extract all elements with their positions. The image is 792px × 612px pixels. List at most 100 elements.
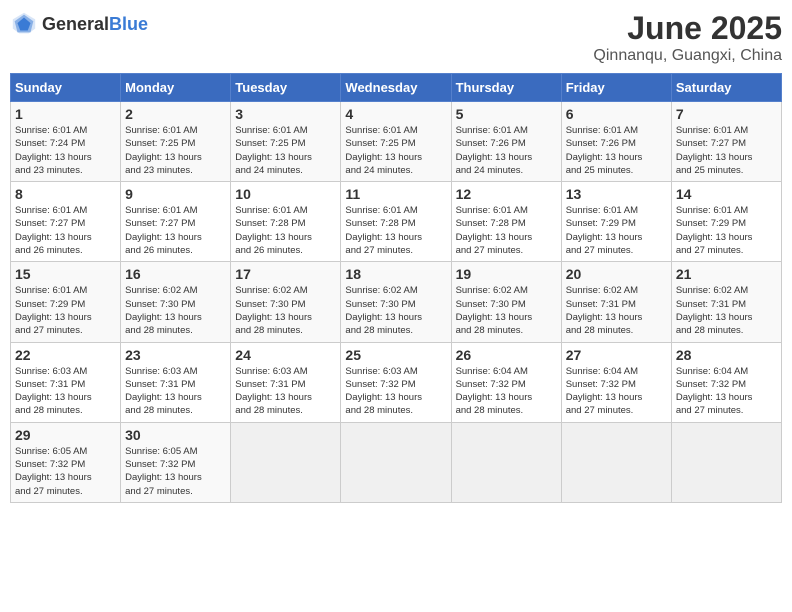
day-number: 22 — [15, 347, 116, 363]
col-friday: Friday — [561, 74, 671, 102]
calendar-cell: 12 Sunrise: 6:01 AM Sunset: 7:28 PM Dayli… — [451, 182, 561, 262]
subtitle: Qinnanqu, Guangxi, China — [593, 47, 782, 65]
day-info: Sunrise: 6:01 AM Sunset: 7:28 PM Dayligh… — [345, 204, 446, 257]
day-number: 13 — [566, 186, 667, 202]
day-number: 15 — [15, 266, 116, 282]
day-number: 7 — [676, 106, 777, 122]
day-info: Sunrise: 6:05 AM Sunset: 7:32 PM Dayligh… — [125, 445, 226, 498]
calendar-cell: 15 Sunrise: 6:01 AM Sunset: 7:29 PM Dayli… — [11, 262, 121, 342]
day-number: 1 — [15, 106, 116, 122]
calendar-cell: 6Sunrise: 6:01 AM Sunset: 7:26 PM Daylig… — [561, 102, 671, 182]
logo: GeneralBlue — [10, 10, 148, 38]
title-area: June 2025 Qinnanqu, Guangxi, China — [593, 10, 782, 65]
col-wednesday: Wednesday — [341, 74, 451, 102]
day-info: Sunrise: 6:01 AM Sunset: 7:25 PM Dayligh… — [125, 124, 226, 177]
calendar-cell — [451, 422, 561, 502]
calendar-cell: 21 Sunrise: 6:02 AM Sunset: 7:31 PM Dayli… — [671, 262, 781, 342]
day-info: Sunrise: 6:02 AM Sunset: 7:30 PM Dayligh… — [125, 284, 226, 337]
day-number: 25 — [345, 347, 446, 363]
day-number: 17 — [235, 266, 336, 282]
day-number: 14 — [676, 186, 777, 202]
calendar-cell: 10Sunrise: 6:01 AM Sunset: 7:28 PM Dayli… — [231, 182, 341, 262]
day-number: 29 — [15, 427, 116, 443]
day-number: 28 — [676, 347, 777, 363]
day-number: 24 — [235, 347, 336, 363]
day-info: Sunrise: 6:01 AM Sunset: 7:28 PM Dayligh… — [456, 204, 557, 257]
logo-icon — [10, 10, 38, 38]
calendar-row: 15 Sunrise: 6:01 AM Sunset: 7:29 PM Dayli… — [11, 262, 782, 342]
day-number: 21 — [676, 266, 777, 282]
calendar-cell: 11 Sunrise: 6:01 AM Sunset: 7:28 PM Dayli… — [341, 182, 451, 262]
header: GeneralBlue June 2025 Qinnanqu, Guangxi,… — [10, 10, 782, 65]
calendar-cell: 4Sunrise: 6:01 AM Sunset: 7:25 PM Daylig… — [341, 102, 451, 182]
calendar-header-row: Sunday Monday Tuesday Wednesday Thursday… — [11, 74, 782, 102]
col-monday: Monday — [121, 74, 231, 102]
day-info: Sunrise: 6:03 AM Sunset: 7:31 PM Dayligh… — [125, 365, 226, 418]
day-info: Sunrise: 6:02 AM Sunset: 7:30 PM Dayligh… — [456, 284, 557, 337]
day-number: 26 — [456, 347, 557, 363]
col-sunday: Sunday — [11, 74, 121, 102]
calendar-cell: 2 Sunrise: 6:01 AM Sunset: 7:25 PM Daylig… — [121, 102, 231, 182]
logo-text: GeneralBlue — [42, 14, 148, 35]
day-info: Sunrise: 6:01 AM Sunset: 7:24 PM Dayligh… — [15, 124, 116, 177]
day-number: 30 — [125, 427, 226, 443]
day-info: Sunrise: 6:02 AM Sunset: 7:31 PM Dayligh… — [566, 284, 667, 337]
calendar-cell: 1 Sunrise: 6:01 AM Sunset: 7:24 PM Daylig… — [11, 102, 121, 182]
calendar-cell: 14 Sunrise: 6:01 AM Sunset: 7:29 PM Dayli… — [671, 182, 781, 262]
day-info: Sunrise: 6:01 AM Sunset: 7:29 PM Dayligh… — [566, 204, 667, 257]
calendar-table: Sunday Monday Tuesday Wednesday Thursday… — [10, 73, 782, 503]
day-info: Sunrise: 6:04 AM Sunset: 7:32 PM Dayligh… — [456, 365, 557, 418]
col-tuesday: Tuesday — [231, 74, 341, 102]
calendar-cell — [671, 422, 781, 502]
calendar-cell: 3Sunrise: 6:01 AM Sunset: 7:25 PM Daylig… — [231, 102, 341, 182]
day-info: Sunrise: 6:02 AM Sunset: 7:30 PM Dayligh… — [345, 284, 446, 337]
calendar-cell: 17 Sunrise: 6:02 AM Sunset: 7:30 PM Dayli… — [231, 262, 341, 342]
day-info: Sunrise: 6:05 AM Sunset: 7:32 PM Dayligh… — [15, 445, 116, 498]
day-number: 12 — [456, 186, 557, 202]
calendar-cell: 25 Sunrise: 6:03 AM Sunset: 7:32 PM Dayli… — [341, 342, 451, 422]
day-info: Sunrise: 6:04 AM Sunset: 7:32 PM Dayligh… — [676, 365, 777, 418]
day-info: Sunrise: 6:02 AM Sunset: 7:30 PM Dayligh… — [235, 284, 336, 337]
main-title: June 2025 — [593, 10, 782, 47]
day-info: Sunrise: 6:03 AM Sunset: 7:32 PM Dayligh… — [345, 365, 446, 418]
day-info: Sunrise: 6:01 AM Sunset: 7:25 PM Dayligh… — [345, 124, 446, 177]
day-number: 8 — [15, 186, 116, 202]
day-number: 27 — [566, 347, 667, 363]
day-number: 2 — [125, 106, 226, 122]
calendar-cell: 23Sunrise: 6:03 AM Sunset: 7:31 PM Dayli… — [121, 342, 231, 422]
day-info: Sunrise: 6:02 AM Sunset: 7:31 PM Dayligh… — [676, 284, 777, 337]
calendar-cell: 19 Sunrise: 6:02 AM Sunset: 7:30 PM Dayli… — [451, 262, 561, 342]
day-info: Sunrise: 6:01 AM Sunset: 7:28 PM Dayligh… — [235, 204, 336, 257]
day-info: Sunrise: 6:01 AM Sunset: 7:26 PM Dayligh… — [456, 124, 557, 177]
day-number: 16 — [125, 266, 226, 282]
calendar-cell: 30 Sunrise: 6:05 AM Sunset: 7:32 PM Dayli… — [121, 422, 231, 502]
day-number: 19 — [456, 266, 557, 282]
calendar-cell: 29 Sunrise: 6:05 AM Sunset: 7:32 PM Dayli… — [11, 422, 121, 502]
day-number: 5 — [456, 106, 557, 122]
day-number: 11 — [345, 186, 446, 202]
day-info: Sunrise: 6:01 AM Sunset: 7:29 PM Dayligh… — [15, 284, 116, 337]
day-number: 6 — [566, 106, 667, 122]
calendar-row: 22 Sunrise: 6:03 AM Sunset: 7:31 PM Dayli… — [11, 342, 782, 422]
day-number: 3 — [235, 106, 336, 122]
calendar-row: 8 Sunrise: 6:01 AM Sunset: 7:27 PM Daylig… — [11, 182, 782, 262]
calendar-cell: 13 Sunrise: 6:01 AM Sunset: 7:29 PM Dayli… — [561, 182, 671, 262]
calendar-cell: 9 Sunrise: 6:01 AM Sunset: 7:27 PM Daylig… — [121, 182, 231, 262]
calendar-cell: 7 Sunrise: 6:01 AM Sunset: 7:27 PM Daylig… — [671, 102, 781, 182]
day-number: 9 — [125, 186, 226, 202]
calendar-cell — [341, 422, 451, 502]
calendar-cell — [561, 422, 671, 502]
calendar-cell: 28 Sunrise: 6:04 AM Sunset: 7:32 PM Dayli… — [671, 342, 781, 422]
day-info: Sunrise: 6:01 AM Sunset: 7:27 PM Dayligh… — [676, 124, 777, 177]
day-info: Sunrise: 6:01 AM Sunset: 7:29 PM Dayligh… — [676, 204, 777, 257]
calendar-cell: 18 Sunrise: 6:02 AM Sunset: 7:30 PM Dayli… — [341, 262, 451, 342]
calendar-cell: 5 Sunrise: 6:01 AM Sunset: 7:26 PM Daylig… — [451, 102, 561, 182]
calendar-row: 29 Sunrise: 6:05 AM Sunset: 7:32 PM Dayli… — [11, 422, 782, 502]
calendar-cell: 26 Sunrise: 6:04 AM Sunset: 7:32 PM Dayli… — [451, 342, 561, 422]
day-info: Sunrise: 6:01 AM Sunset: 7:27 PM Dayligh… — [15, 204, 116, 257]
day-number: 18 — [345, 266, 446, 282]
calendar-cell: 8 Sunrise: 6:01 AM Sunset: 7:27 PM Daylig… — [11, 182, 121, 262]
calendar-cell: 24Sunrise: 6:03 AM Sunset: 7:31 PM Dayli… — [231, 342, 341, 422]
day-info: Sunrise: 6:04 AM Sunset: 7:32 PM Dayligh… — [566, 365, 667, 418]
day-info: Sunrise: 6:01 AM Sunset: 7:27 PM Dayligh… — [125, 204, 226, 257]
